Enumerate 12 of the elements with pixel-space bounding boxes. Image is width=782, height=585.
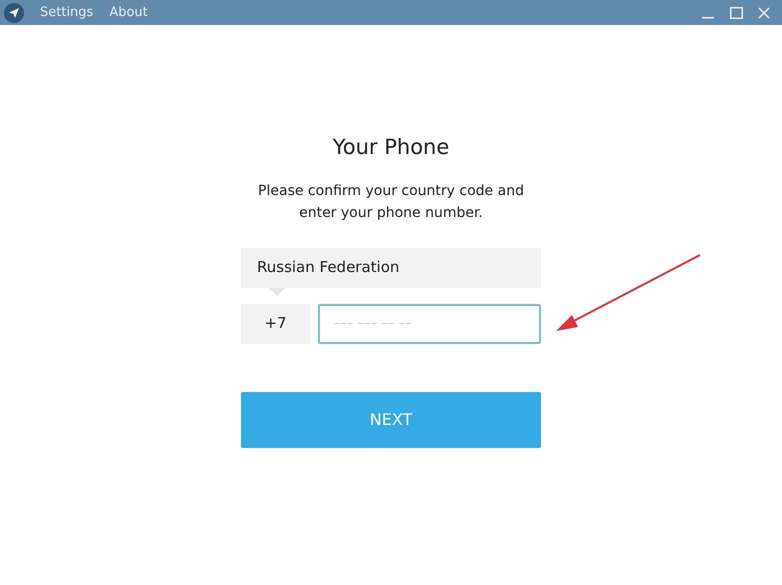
maximize-icon (730, 6, 742, 18)
menu-item[interactable]: About (109, 2, 148, 22)
minimize-icon (702, 16, 714, 18)
menu-item[interactable]: Settings (40, 2, 94, 22)
next-button[interactable]: NEXT (241, 392, 541, 448)
close-icon (758, 6, 770, 18)
phone-input-field[interactable]: ––– ––– –– –– (318, 304, 541, 344)
country-code-field[interactable]: +7 (241, 304, 310, 344)
pointer-icon (269, 288, 285, 296)
page-title: Your Phone (332, 134, 450, 161)
app-logo-icon[interactable] (4, 2, 24, 22)
description: Please confirm your country code and enter your phone number. (257, 182, 525, 222)
